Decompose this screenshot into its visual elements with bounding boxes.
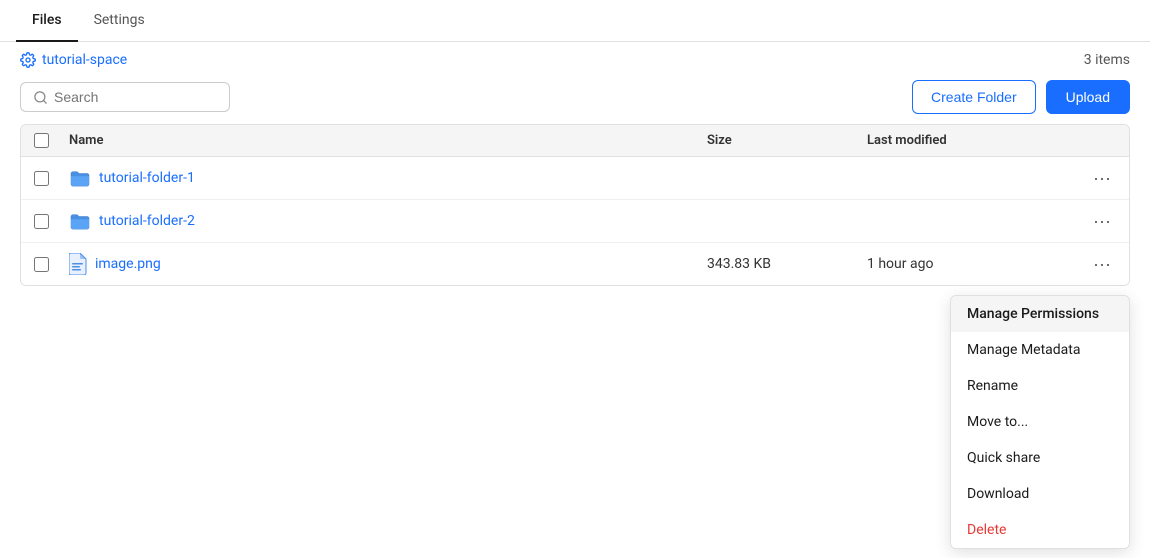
upload-button[interactable]: Upload [1046,80,1130,114]
table-row: tutorial-folder-1 ··· [21,157,1129,200]
file-table: Name Size Last modified tutorial-folder-… [20,124,1130,286]
table-header: Name Size Last modified [21,125,1129,157]
header-last-modified: Last modified [859,133,1079,148]
folder-name-link[interactable]: tutorial-folder-1 [69,169,691,187]
file-icon [69,253,87,275]
row-checkbox-cell [21,214,61,229]
row-actions-cell: ··· [1079,210,1129,232]
tabs-bar: Files Settings [0,0,1150,42]
context-menu-item-move-to[interactable]: Move to... [951,404,1129,440]
table-row: image.png 343.83 KB 1 hour ago ··· [21,243,1129,285]
table-row: tutorial-folder-2 ··· [21,200,1129,243]
row-checkbox[interactable] [34,214,49,229]
search-icon [33,90,48,105]
items-count: 3 items [1084,52,1130,68]
header-size: Size [699,133,859,148]
page-container: Files Settings tutorial-space 3 items Cr… [0,0,1150,558]
row-more-button[interactable]: ··· [1087,253,1117,275]
create-folder-button[interactable]: Create Folder [912,80,1036,114]
row-actions-cell: ··· [1079,167,1129,189]
row-name-cell: tutorial-folder-2 [61,212,699,230]
select-all-checkbox[interactable] [34,133,49,148]
context-menu-item-delete[interactable]: Delete [951,512,1129,548]
context-menu-item-download[interactable]: Download [951,476,1129,512]
context-menu: Manage Permissions Manage Metadata Renam… [950,295,1130,549]
context-menu-item-rename[interactable]: Rename [951,368,1129,404]
breadcrumb-bar: tutorial-space 3 items [0,42,1150,74]
row-checkbox-cell [21,171,61,186]
row-checkbox[interactable] [34,171,49,186]
context-menu-item-quick-share[interactable]: Quick share [951,440,1129,476]
row-name-cell: image.png [61,253,699,275]
tab-settings[interactable]: Settings [78,0,161,42]
row-checkbox[interactable] [34,257,49,272]
folder-name-link[interactable]: tutorial-folder-2 [69,212,691,230]
row-actions-cell: ··· [1079,253,1129,275]
file-name-link[interactable]: image.png [69,253,691,275]
context-menu-item-manage-permissions[interactable]: Manage Permissions [951,296,1129,332]
folder-icon [69,212,91,230]
row-more-button[interactable]: ··· [1087,210,1117,232]
breadcrumb[interactable]: tutorial-space [20,52,127,68]
toolbar-actions: Create Folder Upload [912,80,1130,114]
header-checkbox-cell [21,133,61,148]
folder-icon [69,169,91,187]
context-menu-item-manage-metadata[interactable]: Manage Metadata [951,332,1129,368]
search-input[interactable] [54,89,217,105]
row-size-cell: 343.83 KB [699,256,859,272]
search-box[interactable] [20,82,230,112]
gear-icon [20,52,36,68]
row-more-button[interactable]: ··· [1087,167,1117,189]
row-checkbox-cell [21,257,61,272]
row-name-cell: tutorial-folder-1 [61,169,699,187]
breadcrumb-label: tutorial-space [42,52,127,68]
header-name: Name [61,133,699,148]
tab-files[interactable]: Files [16,0,78,42]
row-modified-cell: 1 hour ago [859,256,1079,272]
toolbar: Create Folder Upload [0,74,1150,124]
